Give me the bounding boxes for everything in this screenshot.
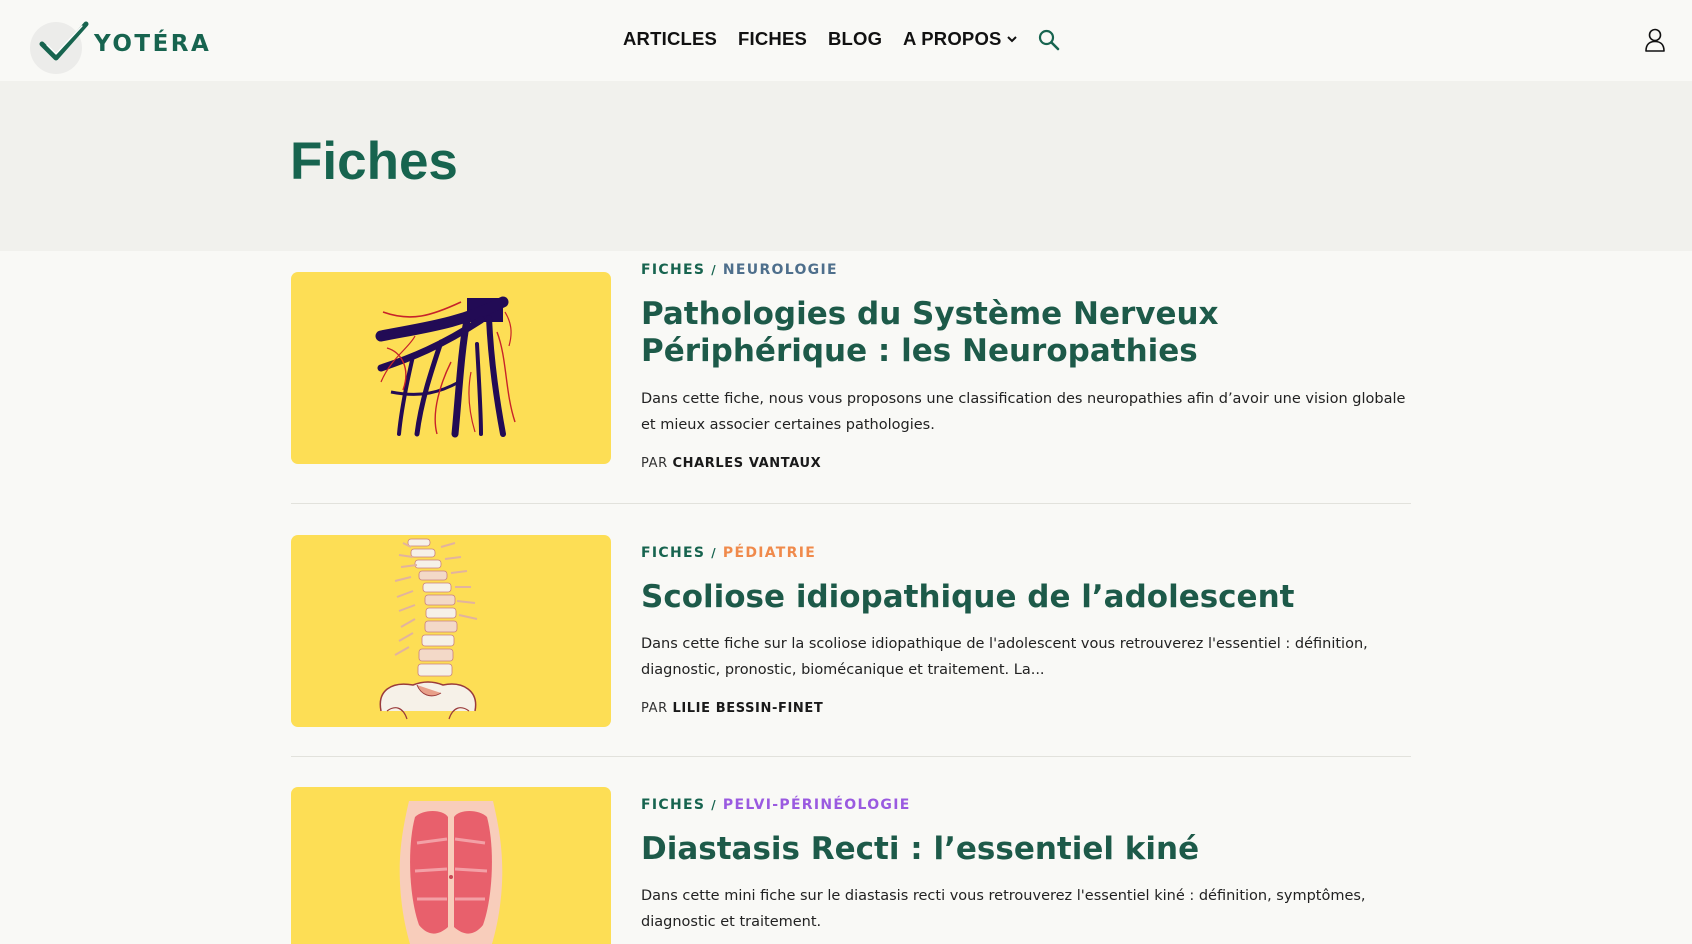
article-category-link[interactable]: NEUROLOGIE: [723, 262, 838, 278]
article-byline: PAR LILIE BESSIN-FINET: [641, 701, 823, 716]
byline-prefix: PAR: [641, 456, 668, 471]
nav-item-blog[interactable]: BLOG: [828, 28, 882, 50]
article-thumbnail[interactable]: [291, 787, 611, 944]
article-meta: FICHES / NEUROLOGIE: [641, 262, 838, 278]
article-thumbnail[interactable]: [291, 272, 611, 464]
nav-item-a-propos[interactable]: A PROPOS: [903, 28, 1017, 50]
article-byline: PAR CHARLES VANTAUX: [641, 456, 821, 471]
byline-prefix: PAR: [641, 701, 668, 716]
meta-separator: /: [711, 546, 717, 560]
article-title[interactable]: Pathologies du Système Nerveux Périphéri…: [641, 296, 1411, 370]
article-excerpt: Dans cette fiche, nous vous proposons un…: [641, 391, 1406, 433]
page-hero: Fiches: [0, 81, 1692, 251]
search-icon: [1038, 29, 1060, 51]
article-meta: FICHES / PELVI-PÉRINÉOLOGIE: [641, 797, 911, 813]
chevron-down-icon: [1006, 36, 1017, 43]
article-card: FICHES / PELVI-PÉRINÉOLOGIE Diastasis Rect…: [291, 787, 1411, 944]
article-section-link[interactable]: FICHES: [641, 797, 705, 813]
abdominal-muscles-illustration: [399, 801, 503, 944]
article-author-link[interactable]: LILIE BESSIN-FINET: [672, 701, 823, 716]
site-header: YOTÉRA ARTICLES FICHES BLOG A PROPOS: [0, 0, 1692, 81]
nav-item-fiches[interactable]: FICHES: [738, 28, 807, 50]
article-divider: [291, 756, 1411, 757]
article-thumbnail[interactable]: [291, 535, 611, 727]
article-category-link[interactable]: PELVI-PÉRINÉOLOGIE: [723, 797, 911, 813]
article-divider: [291, 503, 1411, 504]
article-card: FICHES / NEUROLOGIE Pathologies du Système…: [291, 252, 1411, 504]
article-author-link[interactable]: CHARLES VANTAUX: [672, 456, 821, 471]
brand-name: YOTÉRA: [94, 31, 212, 57]
search-button[interactable]: [1038, 29, 1060, 54]
article-category-link[interactable]: PÉDIATRIE: [723, 545, 816, 561]
nav-item-a-propos-label: A PROPOS: [903, 28, 1002, 49]
checkmark-logo-icon: [39, 21, 89, 61]
nerves-illustration: [375, 296, 516, 438]
article-meta: FICHES / PÉDIATRIE: [641, 545, 816, 561]
article-title[interactable]: Scoliose idiopathique de l’adolescent: [641, 579, 1411, 616]
user-icon: [1645, 28, 1665, 52]
article-title[interactable]: Diastasis Recti : l’essentiel kiné: [641, 831, 1411, 868]
article-card: FICHES / PÉDIATRIE Scoliose idiopathique d…: [291, 535, 1411, 757]
account-button[interactable]: [1644, 27, 1666, 56]
article-section-link[interactable]: FICHES: [641, 545, 705, 561]
article-section-link[interactable]: FICHES: [641, 262, 705, 278]
meta-separator: /: [711, 798, 717, 812]
page-title: Fiches: [290, 132, 458, 191]
article-excerpt: Dans cette fiche sur la scoliose idiopat…: [641, 636, 1368, 678]
spine-illustration: [379, 538, 478, 720]
meta-separator: /: [711, 263, 717, 277]
site-logo[interactable]: YOTÉRA: [30, 18, 230, 74]
nav-item-articles[interactable]: ARTICLES: [623, 28, 717, 50]
article-excerpt: Dans cette mini fiche sur le diastasis r…: [641, 888, 1366, 930]
